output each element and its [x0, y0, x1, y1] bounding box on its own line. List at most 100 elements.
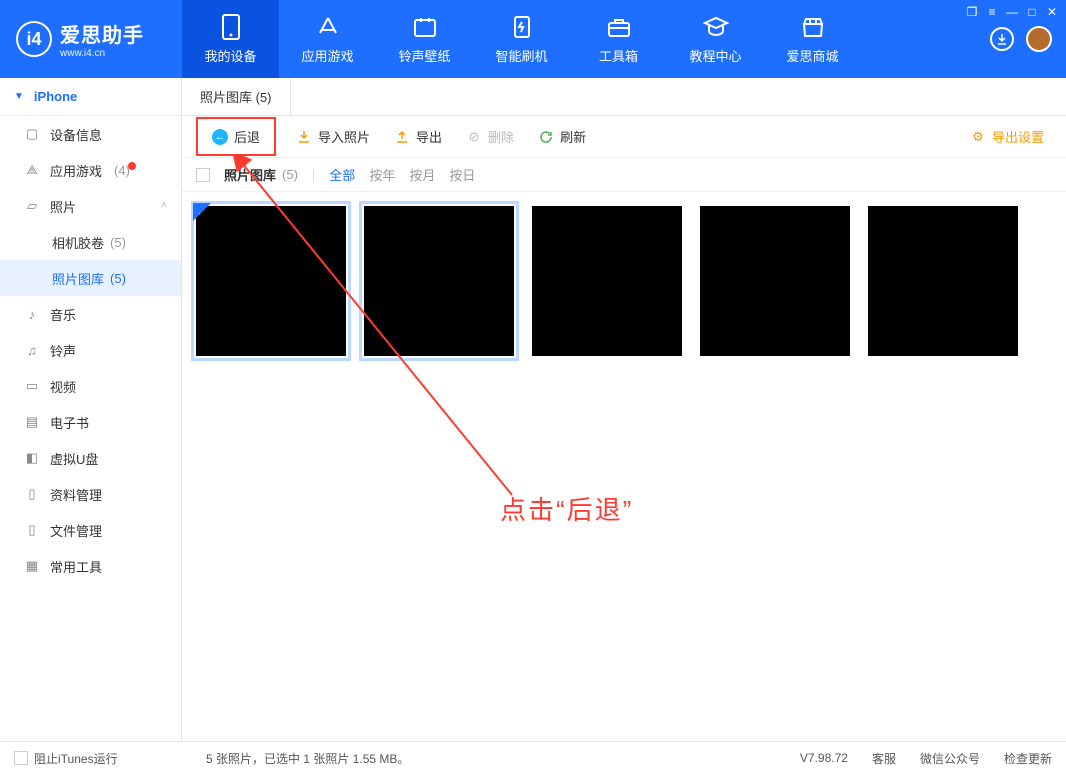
pin-icon[interactable]: ❐ [964, 4, 980, 20]
sidebar-item-label: 设备信息 [50, 125, 102, 144]
nav-wallpaper[interactable]: 铃声壁纸 [376, 0, 473, 78]
main: 照片图库 (5) ← 后退 导入照片 导出 ⊘ 删除 [182, 78, 1066, 741]
sidebar-item-label: 音乐 [50, 305, 76, 324]
maximize-icon[interactable]: □ [1024, 4, 1040, 20]
import-icon [296, 129, 312, 145]
tool-label: 导出设置 [992, 127, 1044, 146]
check-update-link[interactable]: 检查更新 [1004, 750, 1052, 767]
filter-year[interactable]: 按年 [369, 165, 395, 184]
version-label: V7.98.72 [800, 751, 848, 765]
menu-icon[interactable]: ≡ [984, 4, 1000, 20]
tool-label: 刷新 [560, 127, 586, 146]
sidebar-item-label: 铃声 [50, 341, 76, 360]
block-itunes-label: 阻止iTunes运行 [34, 750, 118, 767]
minimize-icon[interactable]: — [1004, 4, 1020, 20]
back-button[interactable]: ← 后退 [196, 117, 276, 156]
nav-label: 教程中心 [689, 46, 741, 65]
chevron-down-icon: ▼ [14, 91, 24, 102]
filter-all[interactable]: 全部 [329, 165, 355, 184]
book-icon: ▤ [24, 414, 40, 430]
nav-store[interactable]: 爱思商城 [764, 0, 861, 78]
sidebar-item-video[interactable]: ▭ 视频 [0, 368, 181, 404]
nav-label: 应用游戏 [301, 46, 353, 65]
export-settings-button[interactable]: ⚙ 导出设置 [962, 123, 1052, 150]
header: i4 爱思助手 www.i4.cn 我的设备 应用游戏 铃声壁纸 [0, 0, 1066, 78]
sidebar-sub-camera-roll[interactable]: 相机胶卷 (5) [0, 224, 181, 260]
wallpaper-icon [413, 14, 437, 40]
photo-thumb[interactable] [700, 206, 850, 356]
filter-month[interactable]: 按月 [409, 165, 435, 184]
back-arrow-icon: ← [212, 129, 228, 145]
sidebar-item-udisk[interactable]: ◧ 虚拟U盘 [0, 440, 181, 476]
sidebar-item-data[interactable]: ▯ 资料管理 [0, 476, 181, 512]
sidebar-item-files[interactable]: ▯ 文件管理 [0, 512, 181, 548]
photo-thumb[interactable]: ✓ [196, 206, 346, 356]
bell-icon: ♫ [24, 343, 40, 358]
toolbox-icon [607, 14, 631, 40]
close-icon[interactable]: ✕ [1044, 4, 1060, 20]
sidebar-item-info[interactable]: ▢ 设备信息 [0, 116, 181, 152]
filter-bar: 照片图库 (5) | 全部 按年 按月 按日 [182, 158, 1066, 192]
nav-apps[interactable]: 应用游戏 [279, 0, 376, 78]
photo-thumb[interactable] [532, 206, 682, 356]
support-link[interactable]: 客服 [872, 750, 896, 767]
export-button[interactable]: 导出 [386, 123, 450, 150]
delete-icon: ⊘ [466, 129, 482, 145]
nav-toolbox[interactable]: 工具箱 [570, 0, 667, 78]
sidebar-item-apps[interactable]: ⟁ 应用游戏 (4) [0, 152, 181, 188]
import-button[interactable]: 导入照片 [288, 123, 378, 150]
nav-my-device[interactable]: 我的设备 [182, 0, 279, 78]
top-nav: 我的设备 应用游戏 铃声壁纸 智能刷机 工具箱 [182, 0, 990, 78]
sidebar-item-label: 照片 [50, 197, 76, 216]
status-summary: 5 张照片，已选中 1 张照片 1.55 MB。 [206, 750, 409, 767]
toolbar: ← 后退 导入照片 导出 ⊘ 删除 [182, 116, 1066, 158]
logo: i4 爱思助手 www.i4.cn [0, 0, 182, 78]
sidebar-item-ebook[interactable]: ▤ 电子书 [0, 404, 181, 440]
nav-label: 爱思商城 [786, 46, 838, 65]
download-icon[interactable] [990, 27, 1014, 51]
gear-icon: ⚙ [970, 129, 986, 145]
nav-label: 铃声壁纸 [398, 46, 450, 65]
nav-tutorial[interactable]: 教程中心 [667, 0, 764, 78]
photo-grid: ✓ [182, 192, 1066, 370]
select-all-checkbox[interactable] [196, 168, 210, 182]
photo-thumb[interactable] [868, 206, 1018, 356]
sidebar-item-tools[interactable]: ▦ 常用工具 [0, 548, 181, 584]
sidebar-item-ringtone[interactable]: ♫ 铃声 [0, 332, 181, 368]
sidebar-item-label: 视频 [50, 377, 76, 396]
refresh-icon [538, 129, 554, 145]
device-title[interactable]: ▼ iPhone [0, 78, 181, 116]
video-icon: ▭ [24, 378, 40, 394]
music-icon: ♪ [24, 307, 40, 322]
sidebar-sub-photo-library[interactable]: 照片图库 (5) [0, 260, 181, 296]
filter-title: 照片图库 [224, 165, 276, 184]
nav-label: 智能刷机 [495, 46, 547, 65]
photo-icon: ▱ [24, 198, 40, 214]
phone-icon [222, 14, 240, 40]
appstore-icon [316, 14, 340, 40]
block-itunes-checkbox[interactable] [14, 751, 28, 765]
sidebar-item-label: 相机胶卷 [52, 233, 104, 252]
filter-day[interactable]: 按日 [449, 165, 475, 184]
nav-flash[interactable]: 智能刷机 [473, 0, 570, 78]
badge-dot [128, 162, 136, 170]
photo-thumb[interactable] [364, 206, 514, 356]
chevron-up-icon: ˄ [161, 200, 167, 212]
sidebar-item-photos[interactable]: ▱ 照片 ˄ [0, 188, 181, 224]
export-icon [394, 129, 410, 145]
device-name: iPhone [34, 89, 77, 104]
nav-label: 工具箱 [599, 46, 638, 65]
sidebar-item-label: 资料管理 [50, 485, 102, 504]
refresh-button[interactable]: 刷新 [530, 123, 594, 150]
sidebar-item-count: (5) [110, 235, 126, 250]
device-info-icon: ▢ [24, 126, 40, 142]
tab-photo-library[interactable]: 照片图库 (5) [182, 78, 291, 115]
wechat-link[interactable]: 微信公众号 [920, 750, 980, 767]
tab-bar: 照片图库 (5) [182, 78, 1066, 116]
apps-icon: ⟁ [24, 162, 40, 178]
avatar[interactable] [1026, 26, 1052, 52]
sidebar-item-music[interactable]: ♪ 音乐 [0, 296, 181, 332]
sidebar-item-label: 常用工具 [50, 557, 102, 576]
grid-icon: ▦ [24, 558, 40, 574]
back-label: 后退 [234, 127, 260, 146]
